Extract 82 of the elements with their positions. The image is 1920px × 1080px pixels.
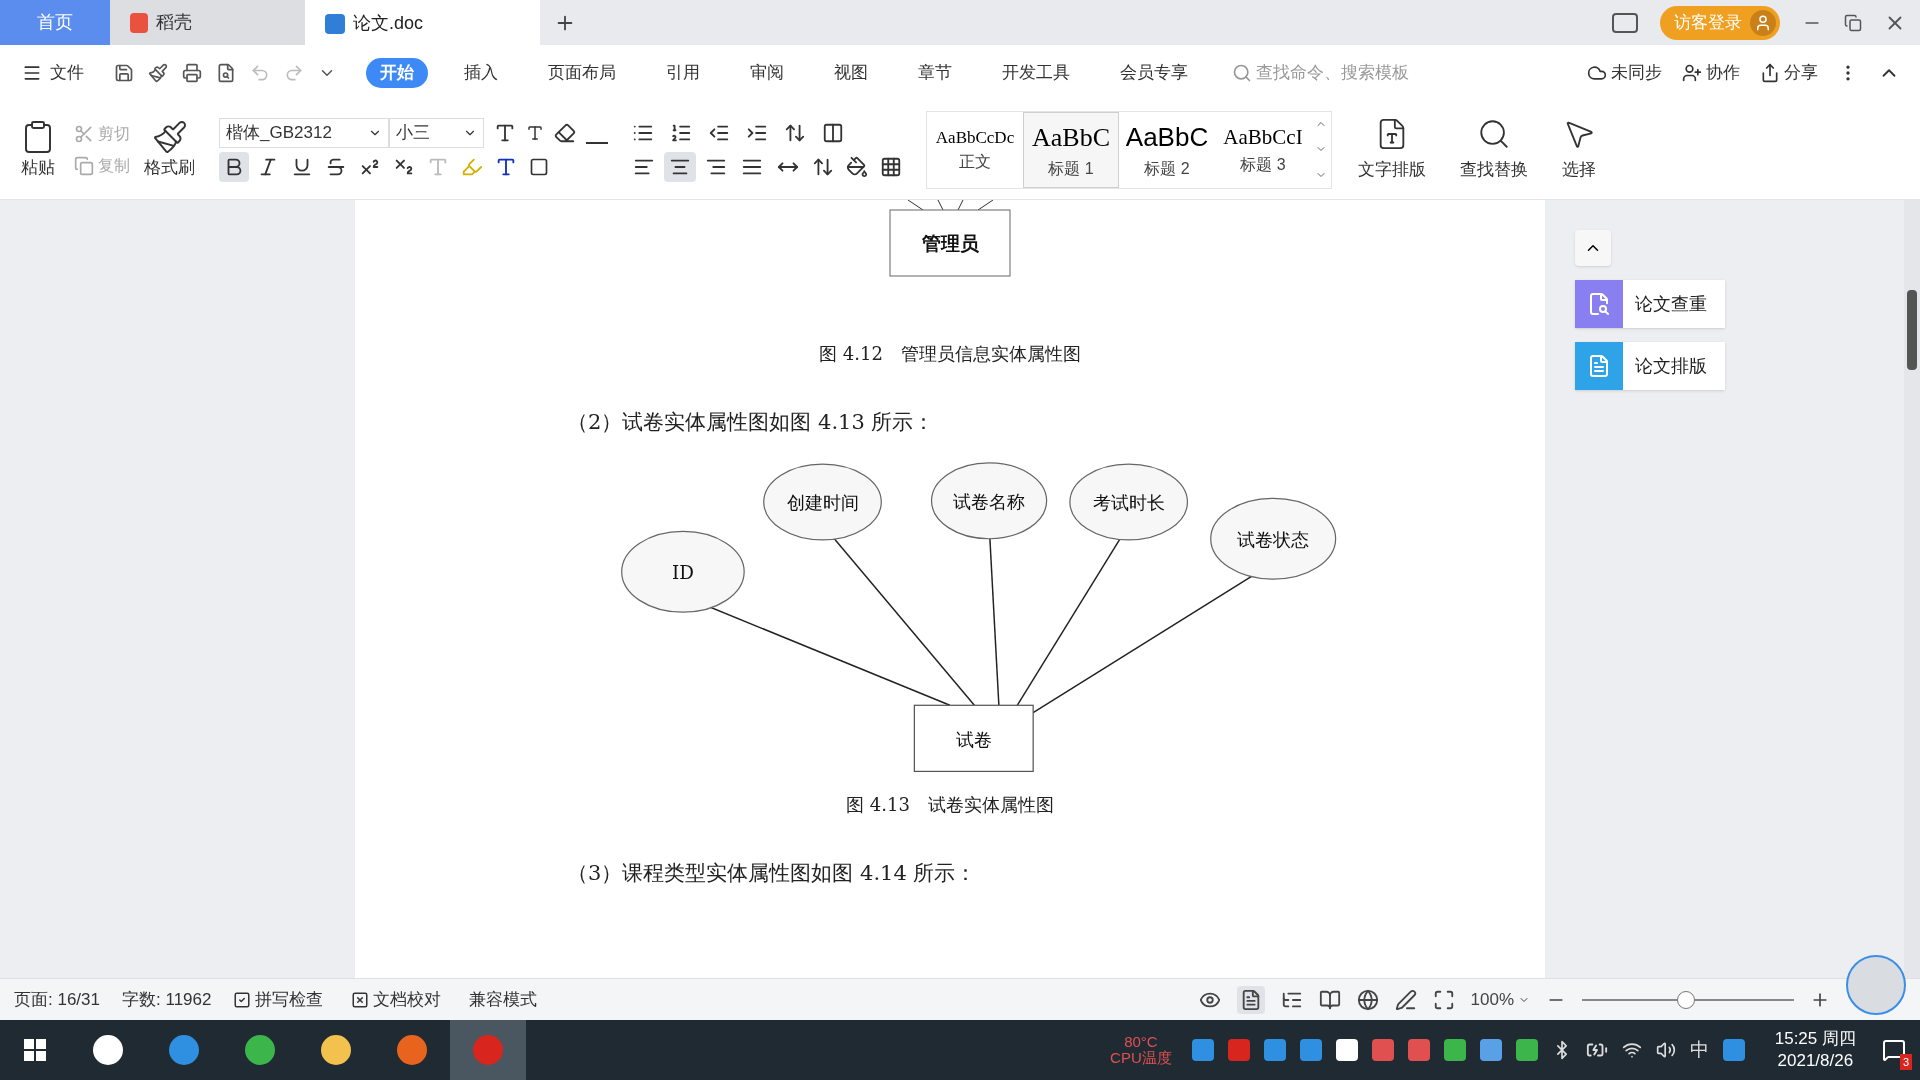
body-paragraph: （2）试卷实体属性图如图 4.13 所示：: [567, 409, 935, 436]
command-search-field[interactable]: 查找命令、搜索模板: [1232, 59, 1456, 86]
format-painter-button[interactable]: 格式刷: [144, 118, 195, 181]
style-preset[interactable]: AaBbC 标题 2: [1119, 111, 1215, 188]
side-tool-button[interactable]: 论文排版: [1575, 342, 1725, 390]
reading-view-icon[interactable]: [1318, 988, 1341, 1011]
tab-label: 首页: [37, 11, 73, 34]
print-icon[interactable]: [182, 62, 202, 83]
zoom-slider[interactable]: [1582, 989, 1794, 1010]
cpu-temperature-widget[interactable]: 80°C CPU温度: [1110, 1034, 1172, 1066]
restore-icon[interactable]: [1844, 13, 1862, 32]
tray-app-icon[interactable]: [1335, 1039, 1358, 1061]
page-view-icon[interactable]: [1236, 985, 1265, 1014]
er-diagram-drawing: ID 创建时间 试卷名称 考试时长 试卷状态 试卷: [606, 453, 1354, 779]
ribbon-tab[interactable]: 章节: [904, 57, 966, 88]
brush-icon[interactable]: [148, 62, 168, 83]
shading-icon: [846, 155, 868, 178]
page-count[interactable]: 页面: 16/31: [14, 986, 100, 1013]
eraser-icon[interactable]: [554, 121, 576, 144]
share-icon: [1760, 62, 1780, 83]
side-tool-button[interactable]: 论文查重: [1575, 280, 1725, 328]
figure-caption: 图 4.13 试卷实体属性图: [846, 792, 1054, 817]
ribbon-tab[interactable]: 会员专享: [1106, 57, 1202, 88]
toolbar-action[interactable]: 协作: [1682, 59, 1740, 86]
scrollbar[interactable]: [1904, 200, 1920, 978]
search-icon: [1232, 62, 1252, 83]
ribbon-tab[interactable]: 视图: [820, 57, 882, 88]
font-size-dropdown[interactable]: 小三: [389, 117, 484, 148]
print-preview-icon[interactable]: [216, 62, 236, 83]
document-icon: [1587, 354, 1611, 378]
tab-label: 论文.doc: [353, 12, 424, 35]
char-border-icon: [529, 156, 549, 177]
document-tab[interactable]: 论文.doc: [305, 0, 540, 45]
style-preset[interactable]: AaBbCcI 标题 3: [1215, 111, 1311, 188]
x-box-icon: [351, 990, 370, 1009]
toolbar-action[interactable]: 未同步: [1587, 59, 1662, 86]
compat-mode-label[interactable]: 兼容模式: [469, 986, 538, 1013]
ime-indicator[interactable]: 中: [1689, 1035, 1709, 1065]
zoom-dropdown[interactable]: 100%: [1470, 986, 1530, 1013]
proofread-button[interactable]: 文档校对: [351, 986, 442, 1013]
volume-icon[interactable]: [1655, 1040, 1676, 1060]
align-button[interactable]: [664, 151, 696, 182]
style-preset[interactable]: AaBbC 标题 1: [1023, 111, 1119, 188]
pen-icon[interactable]: [1394, 988, 1417, 1011]
file-menu[interactable]: 文件: [22, 59, 84, 86]
notification-badge: 3: [1899, 1053, 1912, 1070]
ribbon-tab[interactable]: 插入: [450, 57, 512, 88]
ribbon-tab[interactable]: 页面布局: [534, 57, 630, 88]
ribbon-tab[interactable]: 审阅: [736, 57, 798, 88]
checkbox-icon: [233, 990, 252, 1009]
ribbon-tool-button[interactable]: 选择: [1562, 116, 1596, 183]
tab-label: 稻壳: [156, 11, 192, 34]
window-count-icon[interactable]: [1612, 12, 1638, 33]
clock[interactable]: 15:25 周四 2021/8/26: [1774, 1028, 1856, 1072]
fit-page-icon[interactable]: [1432, 988, 1455, 1011]
leaf-logo-icon: [130, 12, 148, 33]
toolbar-action[interactable]: 分享: [1760, 59, 1818, 86]
style-preset[interactable]: AaBbCcDc 正文: [927, 111, 1023, 188]
avatar-icon: [1750, 9, 1776, 36]
columns-icon: [822, 121, 844, 144]
word-doc-icon: [325, 13, 345, 34]
save-icon[interactable]: [114, 62, 134, 83]
scissors-icon: [74, 123, 94, 144]
ribbon-tab[interactable]: 开发工具: [988, 57, 1084, 88]
document-search-icon: [1587, 292, 1611, 316]
ribbon-tool-button[interactable]: 文字排版: [1358, 116, 1426, 183]
ribbon-tab[interactable]: 引用: [652, 57, 714, 88]
paintbrush-icon: [151, 118, 188, 155]
body-paragraph: （3）课程类型实体属性图如图 4.14 所示：: [567, 859, 977, 887]
document-tab[interactable]: 稻壳: [110, 0, 305, 45]
admin-entity-drawing: 管理员: [887, 200, 1013, 280]
font-name-dropdown[interactable]: 楷体_GB2312: [219, 117, 389, 148]
copy-icon: [74, 155, 94, 176]
word-count[interactable]: 字数: 11962: [122, 986, 212, 1013]
spell-check-button[interactable]: 拼写检查: [233, 986, 324, 1013]
web-view-icon[interactable]: [1356, 988, 1379, 1011]
border-icon: [880, 155, 902, 178]
figure-caption: 图 4.12 管理员信息实体属性图: [819, 342, 1081, 366]
user-plus-icon: [1682, 62, 1702, 83]
wifi-icon[interactable]: [1621, 1040, 1642, 1060]
paste-button[interactable]: 粘贴: [20, 118, 56, 181]
ribbon-tool-button[interactable]: 查找替换: [1460, 116, 1528, 183]
